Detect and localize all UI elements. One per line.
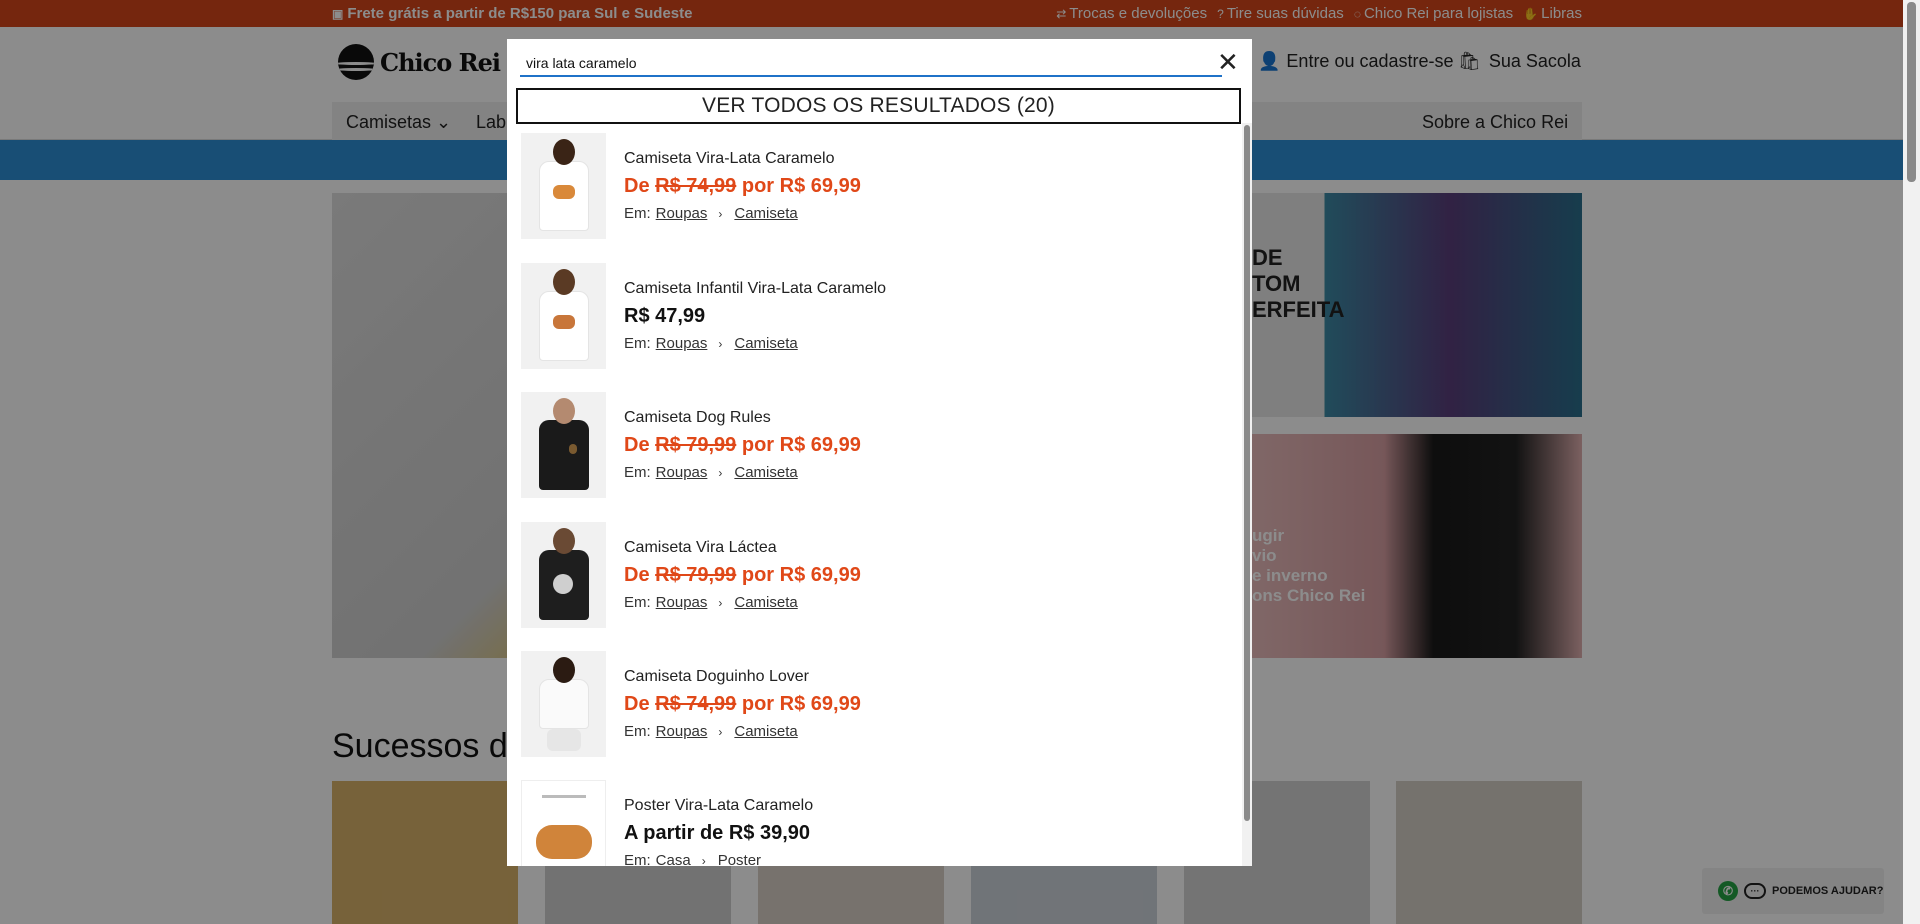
- subcategory-link[interactable]: Camiseta: [734, 464, 797, 481]
- category-link[interactable]: Roupas: [656, 335, 708, 352]
- chevron-right-icon: ›: [718, 336, 723, 351]
- category-link[interactable]: Roupas: [656, 594, 708, 611]
- category-link[interactable]: Roupas: [656, 464, 708, 481]
- chevron-right-icon: ›: [718, 206, 723, 221]
- product-name[interactable]: Camiseta Dog Rules: [624, 409, 771, 427]
- subcategory-link[interactable]: Camiseta: [734, 335, 797, 352]
- product-category: Em: Casa › Poster: [624, 852, 761, 866]
- search-input[interactable]: [520, 50, 1222, 77]
- product-thumbnail[interactable]: [521, 392, 606, 498]
- close-icon[interactable]: ✕: [1217, 49, 1239, 75]
- results-scrollbar-thumb[interactable]: [1244, 125, 1250, 821]
- product-thumbnail[interactable]: [521, 651, 606, 757]
- subcategory-link[interactable]: Camiseta: [734, 723, 797, 740]
- page-scrollbar[interactable]: [1903, 0, 1920, 924]
- product-thumbnail[interactable]: [521, 263, 606, 369]
- product-category: Em: Roupas › Camiseta: [624, 723, 798, 740]
- product-price: De R$ 74,99 por R$ 69,99: [624, 693, 861, 715]
- product-name[interactable]: Camiseta Doguinho Lover: [624, 668, 809, 686]
- product-name[interactable]: Camiseta Infantil Vira-Lata Caramelo: [624, 280, 886, 298]
- product-name[interactable]: Poster Vira-Lata Caramelo: [624, 797, 813, 815]
- category-link[interactable]: Roupas: [656, 205, 708, 222]
- search-result-item[interactable]: Camiseta Dog Rules De R$ 79,99 por R$ 69…: [521, 392, 1221, 510]
- subcategory-link[interactable]: Poster: [718, 852, 761, 866]
- product-thumbnail[interactable]: [521, 133, 606, 239]
- search-result-item[interactable]: Camiseta Doguinho Lover De R$ 74,99 por …: [521, 651, 1221, 769]
- product-category: Em: Roupas › Camiseta: [624, 205, 798, 222]
- product-category: Em: Roupas › Camiseta: [624, 464, 798, 481]
- search-result-item[interactable]: Poster Vira-Lata Caramelo A partir de R$…: [521, 780, 1221, 866]
- product-name[interactable]: Camiseta Vira Láctea: [624, 539, 777, 557]
- product-price: A partir de R$ 39,90: [624, 822, 811, 844]
- product-name[interactable]: Camiseta Vira-Lata Caramelo: [624, 150, 834, 168]
- search-result-item[interactable]: Camiseta Vira-Lata Caramelo De R$ 74,99 …: [521, 133, 1221, 251]
- page-scrollbar-thumb[interactable]: [1907, 2, 1916, 182]
- search-results-list: Camiseta Vira-Lata Caramelo De R$ 74,99 …: [507, 127, 1242, 866]
- product-price: De R$ 79,99 por R$ 69,99: [624, 434, 861, 456]
- search-modal: ✕ VER TODOS OS RESULTADOS (20) Camiseta …: [507, 39, 1252, 866]
- product-thumbnail[interactable]: [521, 780, 606, 866]
- chevron-right-icon: ›: [718, 465, 723, 480]
- product-category: Em: Roupas › Camiseta: [624, 594, 798, 611]
- chevron-right-icon: ›: [718, 595, 723, 610]
- category-link[interactable]: Roupas: [656, 723, 708, 740]
- subcategory-link[interactable]: Camiseta: [734, 594, 797, 611]
- see-all-results-button[interactable]: VER TODOS OS RESULTADOS (20): [516, 88, 1241, 124]
- product-price: De R$ 74,99 por R$ 69,99: [624, 175, 861, 197]
- chevron-right-icon: ›: [701, 853, 706, 867]
- results-scrollbar[interactable]: [1242, 123, 1252, 866]
- product-price: De R$ 79,99 por R$ 69,99: [624, 564, 861, 586]
- search-result-item[interactable]: Camiseta Vira Láctea De R$ 79,99 por R$ …: [521, 522, 1221, 640]
- product-category: Em: Roupas › Camiseta: [624, 335, 798, 352]
- search-result-item[interactable]: Camiseta Infantil Vira-Lata Caramelo R$ …: [521, 263, 1221, 381]
- category-link[interactable]: Casa: [656, 852, 691, 866]
- chevron-right-icon: ›: [718, 724, 723, 739]
- product-thumbnail[interactable]: [521, 522, 606, 628]
- subcategory-link[interactable]: Camiseta: [734, 205, 797, 222]
- product-price: R$ 47,99: [624, 305, 706, 327]
